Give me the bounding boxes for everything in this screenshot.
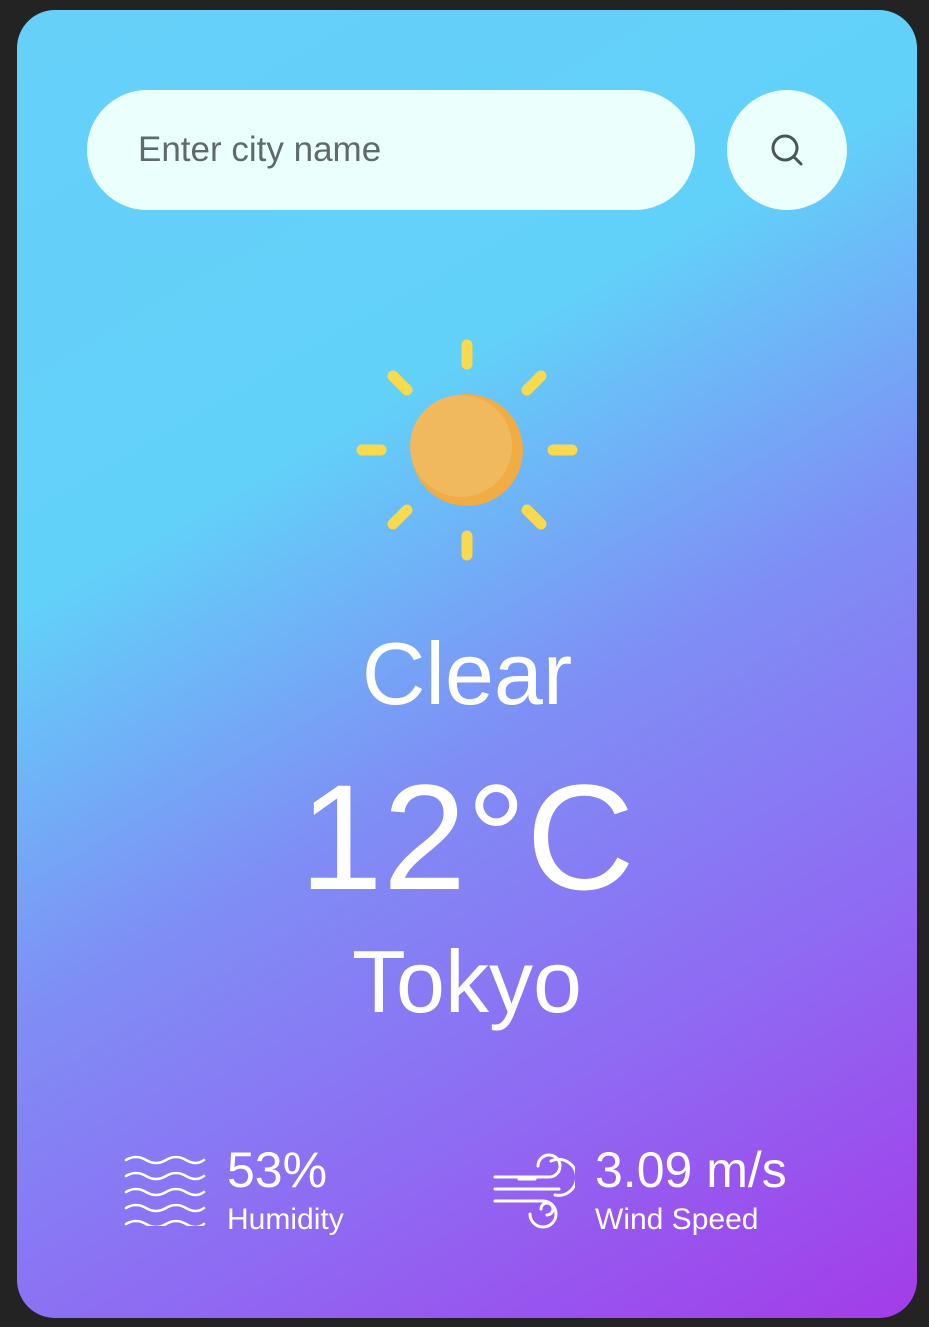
sun-icon [356, 339, 578, 561]
weather-card: Clear 12°C Tokyo 53% Humidity [17, 10, 917, 1318]
wind-label: Wind Speed [595, 1203, 759, 1236]
weather-condition: Clear [361, 624, 573, 723]
humidity-label: Humidity [227, 1203, 344, 1236]
humidity-texts: 53% Humidity [227, 1145, 344, 1235]
humidity-waves-icon [124, 1155, 206, 1226]
city-name: Tokyo [352, 932, 582, 1031]
wind-detail: 3.09 m/s Wind Speed [491, 1145, 787, 1235]
search-icon [771, 134, 803, 166]
humidity-detail: 53% Humidity [123, 1145, 344, 1235]
wind-value: 3.09 m/s [595, 1142, 787, 1198]
temperature: 12°C [299, 753, 635, 921]
wind-icon [493, 1153, 575, 1229]
search-button[interactable] [727, 90, 847, 210]
wind-texts: 3.09 m/s Wind Speed [595, 1145, 787, 1235]
humidity-value: 53% [227, 1142, 328, 1198]
city-search-input[interactable] [87, 90, 695, 210]
